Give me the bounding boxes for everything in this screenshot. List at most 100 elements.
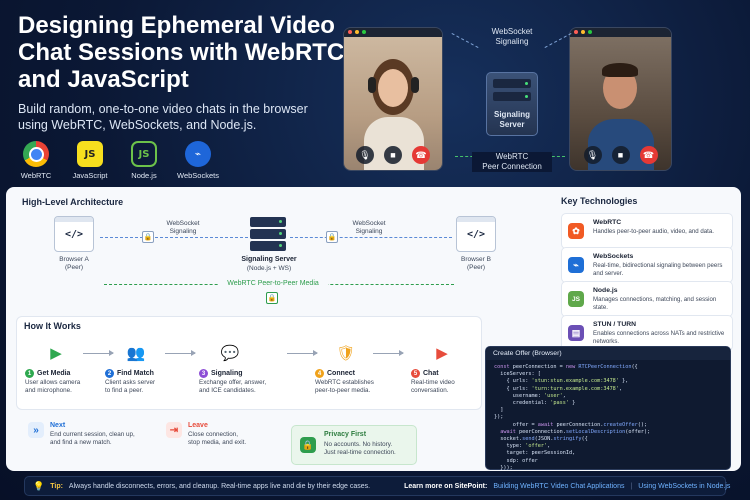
- code-body: const peerConnection = new RTCPeerConnec…: [494, 364, 651, 471]
- lock-icon: 🔒: [326, 231, 338, 243]
- link-webrtc-article[interactable]: Building WebRTC Video Chat Applications: [493, 483, 624, 490]
- key-tech-name: STUN / TURN: [593, 321, 637, 328]
- architecture-title: High-Level Architecture: [22, 197, 124, 207]
- step-title: Chat: [423, 370, 439, 377]
- users-icon: 👥: [126, 345, 146, 362]
- end-call-button[interactable]: ☎: [412, 146, 430, 164]
- key-tech-desc: Real-time, bidirectional signaling betwe…: [593, 262, 723, 277]
- link-separator: |: [630, 482, 633, 490]
- step-arrow: [373, 350, 404, 356]
- leave-desc: Close connection, stop media, and exit.: [188, 431, 247, 446]
- hero-signaling-label: WebSocket Signaling: [491, 27, 533, 46]
- tech-label: WebRTC: [20, 171, 52, 180]
- camera-icon: ▶: [50, 345, 62, 362]
- browser-b-icon: </>: [456, 216, 496, 252]
- next-desc: End current session, clean up, and find …: [50, 431, 135, 446]
- how-title: How It Works: [24, 321, 81, 331]
- end-call-button[interactable]: ☎: [639, 146, 658, 164]
- websockets-icon: ⌁: [568, 257, 584, 273]
- camera-button[interactable]: ■: [611, 146, 630, 164]
- server-subtitle: (Node.js + WS): [246, 265, 292, 272]
- step-number: 2: [105, 369, 114, 378]
- page-title: Designing Ephemeral Video Chat Sessions …: [18, 12, 345, 93]
- p2p-label: WebRTC Peer-to-Peer Media: [218, 280, 328, 288]
- lock-icon: 🔒: [266, 292, 278, 304]
- step-connect: 🛡 4 Connect WebRTC establishes peer-to-pe…: [315, 342, 405, 395]
- page-subtitle: Build random, one-to-one video chats in …: [18, 102, 308, 132]
- mic-button[interactable]: 🎙: [583, 146, 602, 164]
- tech-label: WebSockets: [177, 171, 219, 180]
- step-title: Connect: [327, 370, 355, 377]
- double-chevron-icon: »: [28, 422, 44, 438]
- call-controls: 🎙 ■ ☎: [570, 146, 671, 164]
- step-desc: WebRTC establishes peer-to-peer media.: [315, 379, 374, 394]
- hero-dashed-arrow: [544, 33, 572, 48]
- privacy-card: 🔒 Privacy First No accounts. No history.…: [291, 425, 417, 465]
- ws-left-label: WebSocket Signaling: [166, 220, 200, 235]
- server-title: Signaling Server: [241, 256, 297, 263]
- headphone-icon: [368, 77, 376, 93]
- camera-button[interactable]: ■: [384, 146, 402, 164]
- step-number: 1: [25, 369, 34, 378]
- ws-link-right: [290, 237, 452, 238]
- code-snippet: Create Offer (Browser) const peerConnect…: [485, 346, 731, 471]
- step-number: 3: [199, 369, 208, 378]
- webrtc-chrome-icon: [23, 141, 49, 167]
- step-arrow: [287, 350, 318, 356]
- lock-icon: 🔒: [142, 231, 154, 243]
- lightbulb-icon: 💡: [33, 480, 45, 491]
- step-title: Find Match: [117, 370, 154, 377]
- chat-icon: 💬: [220, 345, 240, 362]
- person-face: [378, 69, 408, 107]
- privacy-title: Privacy First: [324, 431, 367, 438]
- architecture-section: High-Level Architecture </> Browser A (P…: [18, 196, 552, 308]
- step-number: 5: [411, 369, 420, 378]
- video-icon: ▶: [436, 345, 448, 362]
- hero-dashed-arrow: [451, 33, 479, 48]
- headphone-icon: [411, 77, 419, 93]
- key-tech-name: WebRTC: [593, 219, 622, 226]
- leave-card[interactable]: ⇥ Leave Close connection, stop media, an…: [166, 422, 246, 447]
- key-tech-item-websockets: ⌁ WebSockets Real-time, bidirectional si…: [561, 247, 733, 283]
- step-desc: Client asks server to find a peer.: [105, 379, 156, 394]
- browser-b-label: Browser B (Peer): [461, 256, 491, 271]
- window-titlebar: [570, 28, 671, 37]
- mic-button[interactable]: 🎙: [356, 146, 374, 164]
- step-desc: Exchange offer, answer, and ICE candidat…: [199, 379, 267, 394]
- browser-a-icon: </>: [54, 216, 94, 252]
- step-title: Signaling: [211, 370, 243, 377]
- tech-label: Node.js: [131, 171, 157, 180]
- websockets-icon: ⌁: [185, 141, 211, 167]
- signaling-server-icon: [250, 217, 286, 253]
- tech-label: JavaScript: [72, 171, 108, 180]
- nodejs-icon: JS: [131, 141, 157, 167]
- step-arrow: [165, 350, 196, 356]
- step-get-media: ▶ 1 Get Media User allows camera and micr…: [25, 342, 115, 395]
- tech-webrtc: WebRTC: [18, 141, 54, 180]
- step-desc: User allows camera and microphone.: [25, 379, 81, 394]
- window-titlebar: [344, 28, 442, 37]
- step-title: Get Media: [37, 370, 71, 377]
- tech-logo-row: WebRTC JS JavaScript JS Node.js ⌁ WebSoc…: [18, 141, 219, 180]
- step-number: 4: [315, 369, 324, 378]
- lock-icon: 🔒: [300, 437, 316, 453]
- ws-link-left: [100, 237, 248, 238]
- step-signaling: 💬 3 Signaling Exchange offer, answer, and…: [199, 342, 289, 395]
- tech-nodejs: JS Node.js: [126, 141, 162, 180]
- exit-icon: ⇥: [166, 422, 182, 438]
- learn-more-label: Learn more on SitePoint:: [404, 482, 488, 490]
- next-card[interactable]: » Next End current session, clean up, an…: [28, 422, 135, 447]
- key-tech-desc: Manages connections, matching, and sessi…: [593, 296, 717, 311]
- ws-right-label: WebSocket Signaling: [352, 220, 386, 235]
- webrtc-icon: ✿: [568, 223, 584, 239]
- key-tech-name: Node.js: [593, 287, 618, 294]
- link-websockets-article[interactable]: Using WebSockets in Node.js: [638, 483, 730, 490]
- shield-icon: 🛡: [336, 345, 356, 362]
- code-title: Create Offer (Browser): [486, 347, 730, 360]
- key-tech-name: WebSockets: [593, 253, 634, 260]
- hero-server-label: Signaling Server: [494, 110, 530, 129]
- key-tech-title: Key Technologies: [561, 196, 638, 206]
- how-it-works-section: How It Works ▶ 1 Get Media User allows ca…: [16, 316, 482, 410]
- footer-tip-bar: 💡 Tip: Always handle disconnects, errors…: [24, 476, 730, 496]
- browser-a-label: Browser A (Peer): [59, 256, 89, 271]
